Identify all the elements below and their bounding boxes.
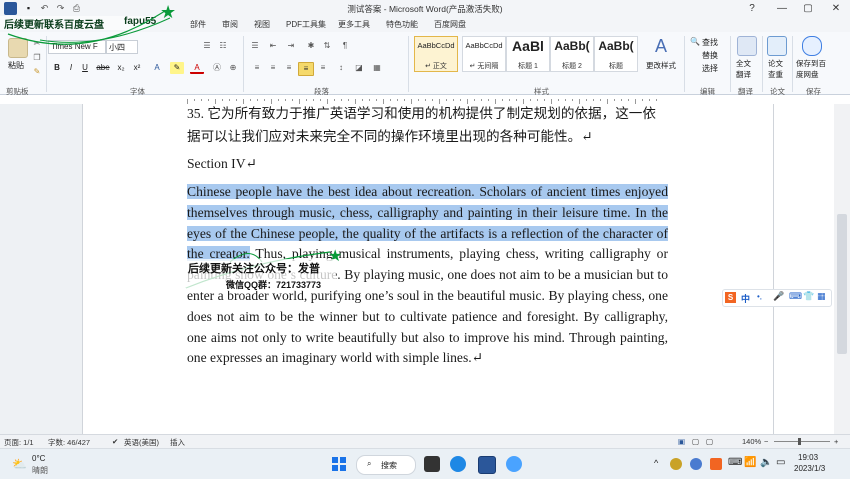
watermark-scribble (7, 11, 331, 289)
watermark-qq: 微信QQ群：721733773 (226, 280, 322, 290)
watermark-public-account: 后续更新关注公众号：发普 (188, 263, 320, 275)
